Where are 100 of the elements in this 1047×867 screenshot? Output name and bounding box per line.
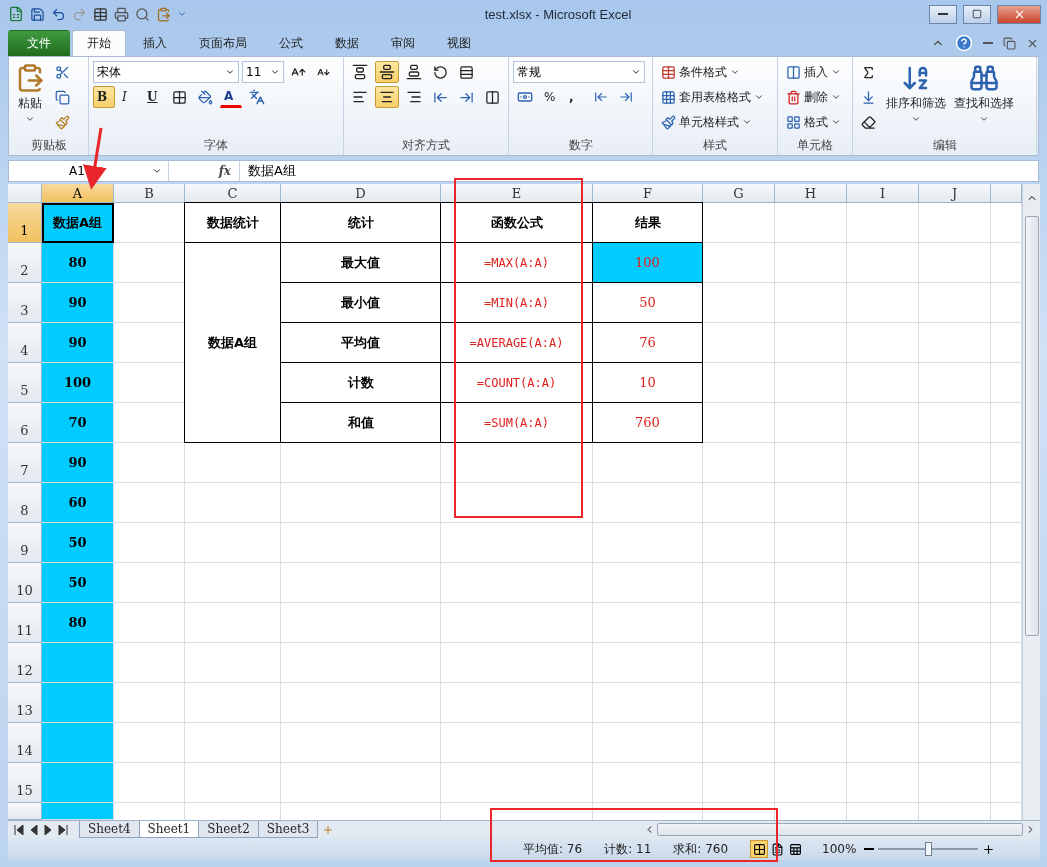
column-header[interactable]: I — [847, 184, 919, 203]
table-cell[interactable] — [42, 643, 114, 683]
sheet-tab[interactable]: Sheet1 — [138, 821, 200, 838]
save-button[interactable] — [30, 6, 45, 22]
columns-icon — [485, 89, 500, 105]
column-header[interactable]: B — [114, 184, 185, 203]
maximize-button[interactable] — [963, 4, 991, 24]
row-header[interactable]: 5 — [8, 363, 42, 403]
table-cell[interactable]: 70 — [42, 403, 114, 443]
help-icon[interactable] — [955, 34, 973, 52]
row-header[interactable]: 8 — [8, 483, 42, 523]
row-header[interactable]: 10 — [8, 563, 42, 603]
caret-icon — [831, 67, 841, 77]
paste-button[interactable]: 粘贴 — [13, 61, 47, 133]
table-cell[interactable]: 数据统计 — [184, 202, 281, 243]
style-menu-button[interactable]: 条件格式 — [657, 61, 744, 83]
table-cell[interactable]: 50 — [42, 523, 114, 563]
table-cell[interactable]: 90 — [42, 283, 114, 323]
row-header[interactable]: 1 — [8, 203, 42, 243]
number-format-field[interactable]: 常规 — [513, 61, 645, 83]
vertical-scrollbar[interactable] — [1022, 184, 1040, 820]
print-button[interactable] — [114, 6, 129, 22]
row-header[interactable]: 15 — [8, 763, 42, 803]
row-header[interactable]: 6 — [8, 403, 42, 443]
row-header[interactable]: 12 — [8, 643, 42, 683]
vertical-align-button[interactable] — [375, 61, 399, 83]
scrollbar-thumb[interactable] — [657, 823, 1023, 836]
sort-filter-button[interactable]: 排序和筛选 — [884, 61, 948, 133]
table-cell[interactable]: 数据A组 — [184, 242, 281, 443]
file-tab[interactable]: 文件 — [8, 30, 70, 56]
minimize-button[interactable] — [929, 4, 957, 24]
ribbon-tab[interactable]: 视图 — [432, 30, 486, 56]
sheet-tab[interactable]: Sheet2 — [198, 821, 259, 838]
horizontal-align-button[interactable] — [375, 86, 399, 108]
row-header[interactable]: 7 — [8, 443, 42, 483]
cells-menu-button[interactable]: 删除 — [782, 86, 845, 108]
restore-icon[interactable] — [1003, 36, 1016, 50]
excel-logo-button[interactable] — [8, 6, 24, 22]
row-header[interactable]: 3 — [8, 283, 42, 323]
table-cell[interactable]: 80 — [42, 243, 114, 283]
cells-menu-button[interactable]: 插入 — [782, 61, 845, 83]
italic-button[interactable]: I — [118, 86, 140, 108]
column-header[interactable]: J — [919, 184, 991, 203]
row-header[interactable]: 4 — [8, 323, 42, 363]
table-cell[interactable] — [42, 763, 114, 803]
table-cell[interactable]: 50 — [42, 563, 114, 603]
row-header[interactable]: 2 — [8, 243, 42, 283]
table-cell[interactable]: 90 — [42, 323, 114, 363]
table-cell[interactable] — [42, 723, 114, 763]
bold-button[interactable]: B — [93, 86, 115, 108]
close-button[interactable] — [997, 4, 1041, 24]
view-button[interactable] — [750, 840, 769, 858]
row-header[interactable]: 11 — [8, 603, 42, 643]
table-cell[interactable]: 数据A组 — [42, 203, 114, 243]
table-cell[interactable]: 80 — [42, 603, 114, 643]
ribbon-tab[interactable]: 审阅 — [376, 30, 430, 56]
underline-button[interactable]: U — [143, 86, 165, 108]
font-name-field[interactable]: 宋体 — [93, 61, 239, 83]
find-select-button[interactable]: 查找和选择 — [952, 61, 1016, 133]
table-cell[interactable]: 结果 — [592, 202, 703, 243]
table-cell[interactable]: 760 — [592, 402, 703, 443]
table-cell[interactable] — [42, 803, 114, 820]
row-header[interactable]: 13 — [8, 683, 42, 723]
group-label: 对齐方式 — [401, 137, 451, 154]
table-button[interactable] — [93, 6, 108, 22]
column-header[interactable]: A — [42, 184, 114, 203]
table-cell[interactable]: 60 — [42, 483, 114, 523]
font-size-field[interactable]: 11 — [242, 61, 284, 83]
paste-button[interactable] — [156, 6, 171, 22]
formula-field[interactable]: 数据A组 — [239, 161, 1038, 181]
row-header[interactable]: 14 — [8, 723, 42, 763]
sheet-tab[interactable]: Sheet4 — [79, 821, 140, 838]
column-header[interactable]: G — [703, 184, 775, 203]
table-cell[interactable] — [42, 683, 114, 723]
ribbon-tab[interactable]: 开始 — [72, 30, 126, 56]
align-icon — [406, 89, 422, 105]
percent-button[interactable]: % — [540, 86, 562, 108]
scrollbar-thumb[interactable] — [1024, 216, 1039, 636]
insert-function-button[interactable]: fx — [169, 164, 239, 178]
ribbon-tab[interactable]: 公式 — [264, 30, 318, 56]
column-header[interactable]: H — [775, 184, 847, 203]
ribbon-tab[interactable]: 插入 — [128, 30, 182, 56]
sheet-tab[interactable]: Sheet3 — [257, 821, 319, 838]
row-header[interactable]: 9 — [8, 523, 42, 563]
name-box[interactable]: A1 — [9, 161, 169, 181]
style-menu-button[interactable]: 单元格样式 — [657, 111, 756, 133]
zoom-thumb[interactable] — [925, 842, 933, 856]
ribbon-tab[interactable]: 数据 — [320, 30, 374, 56]
cells-menu-button[interactable]: 格式 — [782, 111, 845, 133]
style-menu-button[interactable]: 套用表格格式 — [657, 86, 768, 108]
font-color-button[interactable]: A — [220, 86, 242, 108]
customize-button[interactable] — [177, 9, 187, 19]
ribbon-tab[interactable]: 页面布局 — [184, 30, 262, 56]
zoom-level[interactable]: 100% — [822, 842, 857, 856]
table-cell[interactable]: 90 — [42, 443, 114, 483]
undo-button[interactable] — [51, 6, 66, 22]
table-cell[interactable]: 100 — [42, 363, 114, 403]
caret-icon — [177, 9, 187, 19]
comma-button[interactable]: , — [565, 86, 587, 108]
preview-button[interactable] — [135, 6, 150, 22]
